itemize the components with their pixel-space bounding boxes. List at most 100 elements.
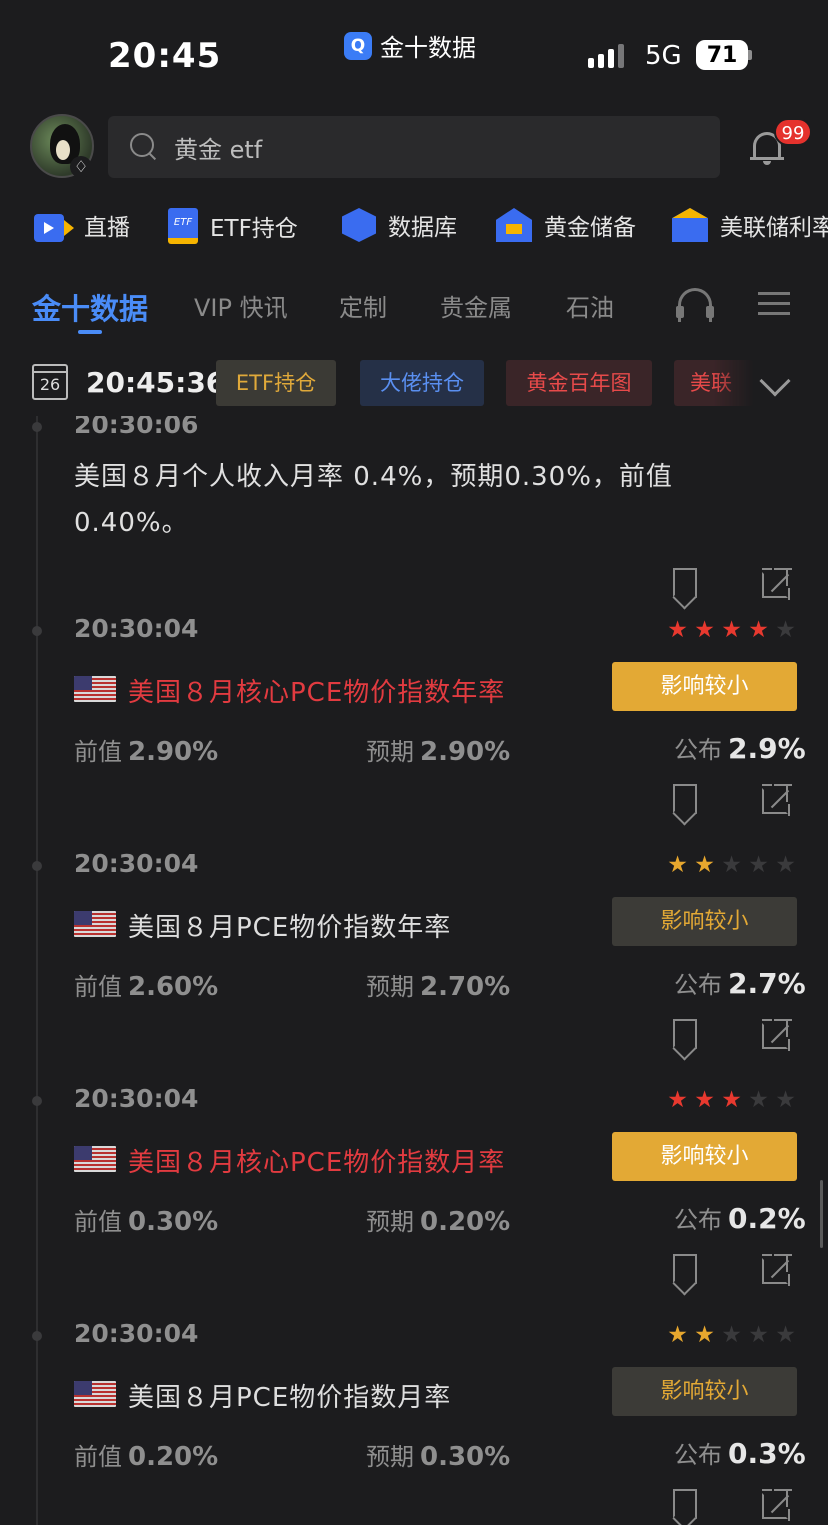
app-logo-icon: Q — [344, 31, 372, 60]
quick-item-database[interactable]: 数据库 — [342, 208, 457, 242]
chip-fed[interactable]: 美联储 — [674, 360, 754, 406]
search-bar[interactable] — [108, 116, 720, 178]
event-title[interactable]: 美国８月PCE物价指数月率 — [128, 1377, 451, 1414]
calendar-icon[interactable]: 26 — [32, 364, 68, 400]
etf-doc-icon: ETF — [168, 208, 198, 244]
actual-value: 公布 2.9% — [674, 732, 806, 765]
tab-custom[interactable]: 定制 — [339, 288, 387, 323]
prev-value: 前值 0.20% — [74, 1442, 219, 1472]
notification-badge: 99 — [774, 118, 812, 146]
quick-item-gold-reserve[interactable]: 黄金储备 — [496, 208, 636, 242]
cell-signal-icon — [588, 44, 624, 68]
us-flag-icon — [74, 676, 116, 702]
timeline-dot — [32, 1331, 42, 1341]
star-empty-icon: ★ — [721, 1322, 742, 1348]
bank-icon — [672, 208, 708, 242]
actual-value: 公布 0.2% — [674, 1202, 806, 1235]
news-feed: 20:30:06 美国８月个人收入月率 0.4%，预期0.30%，前值 0.40… — [0, 416, 828, 1525]
star-filled-icon: ★ — [667, 617, 688, 643]
bookmark-icon[interactable] — [673, 1489, 697, 1519]
event-title[interactable]: 美国８月核心PCE物价指数月率 — [128, 1142, 505, 1179]
share-icon[interactable] — [762, 1489, 792, 1521]
timeline-dot — [32, 422, 42, 432]
timeline-dot — [32, 626, 42, 636]
event-title[interactable]: 美国８月核心PCE物价指数年率 — [128, 672, 505, 709]
importance-stars: ★ ★ ★ ★ ★ — [666, 1323, 797, 1347]
forecast-value: 预期 2.70% — [366, 972, 511, 1002]
quick-item-label: 黄金储备 — [544, 215, 636, 241]
app-name: 金十数据 — [380, 34, 476, 62]
star-filled-icon: ★ — [694, 617, 715, 643]
star-empty-icon: ★ — [775, 1087, 796, 1113]
timeline-dot — [32, 861, 42, 871]
impact-badge: 影响较小 — [612, 1132, 797, 1181]
impact-badge: 影响较小 — [612, 662, 797, 711]
headphone-icon[interactable] — [676, 286, 716, 322]
status-time: 20:45 — [108, 36, 222, 76]
timeline-line — [36, 416, 38, 1525]
live-video-icon — [34, 213, 74, 242]
network-type: 5G — [645, 41, 682, 71]
star-empty-icon: ★ — [775, 852, 796, 878]
quick-item-label: 数据库 — [388, 215, 457, 241]
star-empty-icon: ★ — [748, 852, 769, 878]
bookmark-icon[interactable] — [673, 1254, 697, 1284]
star-filled-icon: ★ — [667, 852, 688, 878]
event-time: 20:30:04 — [74, 849, 199, 878]
forecast-value: 预期 2.90% — [366, 737, 511, 767]
star-filled-icon: ★ — [721, 1087, 742, 1113]
tab-active-indicator — [78, 330, 102, 334]
importance-stars: ★ ★ ★ ★ ★ — [666, 618, 797, 642]
quick-item-live[interactable]: 直播 — [34, 208, 130, 242]
timeline-dot — [32, 1096, 42, 1106]
star-filled-icon: ★ — [694, 1322, 715, 1348]
event-time: 20:30:04 — [74, 1319, 199, 1348]
us-flag-icon — [74, 1146, 116, 1172]
database-cube-icon — [342, 208, 376, 242]
prev-value: 前值 2.60% — [74, 972, 219, 1002]
chip-gold-century-chart[interactable]: 黄金百年图 — [506, 360, 652, 406]
us-flag-icon — [74, 911, 116, 937]
prev-value: 前值 2.90% — [74, 737, 219, 767]
bookmark-icon[interactable] — [673, 1019, 697, 1049]
tab-jin10-data[interactable]: 金十数据 — [32, 286, 148, 328]
scrollbar[interactable] — [820, 1180, 823, 1248]
star-filled-icon: ★ — [694, 1087, 715, 1113]
diamond-badge-icon: ♢ — [70, 156, 92, 178]
event-time: 20:30:04 — [74, 1084, 199, 1113]
search-input[interactable] — [174, 133, 674, 161]
quick-item-label: 美联储利率 — [720, 215, 828, 241]
star-empty-icon: ★ — [748, 1322, 769, 1348]
share-icon[interactable] — [762, 568, 792, 600]
tab-vip-flash[interactable]: VIP 快讯 — [194, 288, 288, 323]
star-empty-icon: ★ — [748, 1087, 769, 1113]
chip-whale-holdings[interactable]: 大佬持仓 — [360, 360, 484, 406]
event-title[interactable]: 美国８月PCE物价指数年率 — [128, 907, 451, 944]
star-filled-icon: ★ — [721, 617, 742, 643]
quick-item-fed-rate[interactable]: 美联储利率 — [672, 208, 828, 242]
quick-item-label: ETF持仓 — [210, 216, 298, 242]
chevron-down-icon[interactable] — [759, 365, 791, 397]
bookmark-icon[interactable] — [673, 568, 697, 598]
tab-oil[interactable]: 石油 — [566, 288, 614, 323]
importance-stars: ★ ★ ★ ★ ★ — [666, 853, 797, 877]
quick-item-etf[interactable]: ETF ETF持仓 — [168, 208, 298, 244]
bookmark-icon[interactable] — [673, 784, 697, 814]
importance-stars: ★ ★ ★ ★ ★ — [666, 1088, 797, 1112]
status-bar: 20:45 Q 金十数据 5G 71 — [0, 0, 828, 100]
share-icon[interactable] — [762, 1019, 792, 1051]
quick-nav: 直播 ETF ETF持仓 数据库 黄金储备 美联储利率 — [0, 200, 828, 254]
menu-icon[interactable] — [758, 292, 790, 316]
news-time: 20:30:06 — [74, 416, 199, 439]
actual-value: 公布 2.7% — [674, 967, 806, 1000]
chip-etf-holdings[interactable]: ETF持仓 — [216, 360, 336, 406]
star-filled-icon: ★ — [667, 1322, 688, 1348]
star-filled-icon: ★ — [694, 852, 715, 878]
tab-precious-metals[interactable]: 贵金属 — [440, 288, 512, 323]
search-icon — [130, 133, 158, 161]
share-icon[interactable] — [762, 784, 792, 816]
share-icon[interactable] — [762, 1254, 792, 1286]
star-empty-icon: ★ — [775, 617, 796, 643]
live-clock: 20:45:36 — [86, 366, 226, 399]
star-empty-icon: ★ — [775, 1322, 796, 1348]
